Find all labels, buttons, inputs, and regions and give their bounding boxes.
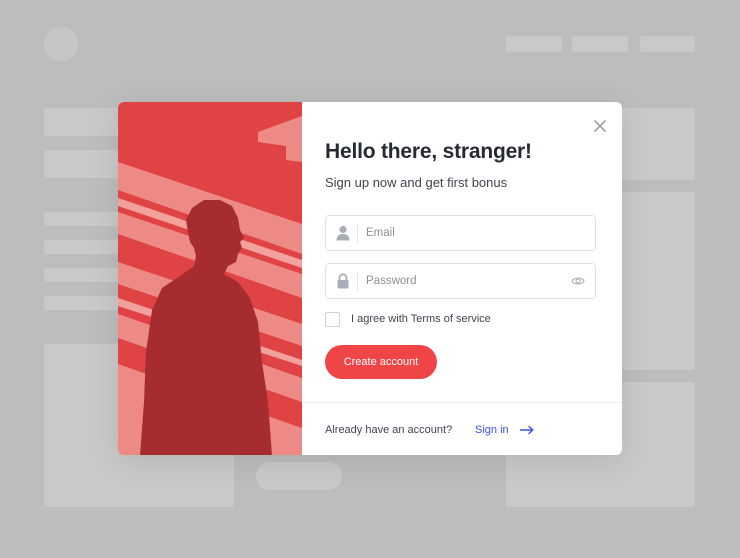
lock-icon <box>337 273 349 289</box>
modal-subtitle: Sign up now and get first bonus <box>325 175 508 190</box>
background-nav-placeholder <box>572 36 628 52</box>
email-field <box>325 215 596 251</box>
signup-modal: Hello there, stranger! Sign up now and g… <box>118 102 622 455</box>
background-block <box>44 240 124 254</box>
field-separator <box>357 273 358 290</box>
background-block <box>44 268 124 282</box>
footer-prompt: Already have an account? <box>325 424 453 436</box>
close-button[interactable] <box>590 116 610 136</box>
close-icon <box>594 120 606 132</box>
password-field <box>325 263 596 299</box>
background-button <box>256 462 342 490</box>
background-block <box>622 108 695 180</box>
modal-title: Hello there, stranger! <box>325 140 532 163</box>
background-logo-placeholder <box>44 27 78 61</box>
email-input[interactable] <box>366 216 566 250</box>
eye-icon[interactable] <box>571 275 585 287</box>
user-icon <box>336 225 350 241</box>
field-separator <box>357 225 358 242</box>
hero-illustration <box>118 102 302 455</box>
terms-label[interactable]: I agree with Terms of service <box>351 313 491 325</box>
background-block <box>44 296 124 310</box>
terms-checkbox[interactable] <box>325 312 340 327</box>
footer-divider <box>302 402 622 403</box>
background-block <box>44 212 124 226</box>
sign-in-link[interactable]: Sign in <box>475 424 509 436</box>
create-account-button[interactable]: Create account <box>325 345 437 379</box>
background-block <box>44 150 124 178</box>
password-input[interactable] <box>366 264 566 298</box>
background-block <box>44 108 124 136</box>
arrow-right-icon[interactable] <box>520 425 534 435</box>
background-nav-placeholder <box>506 36 562 52</box>
background-nav-placeholder <box>640 36 695 52</box>
background-block <box>622 192 695 370</box>
